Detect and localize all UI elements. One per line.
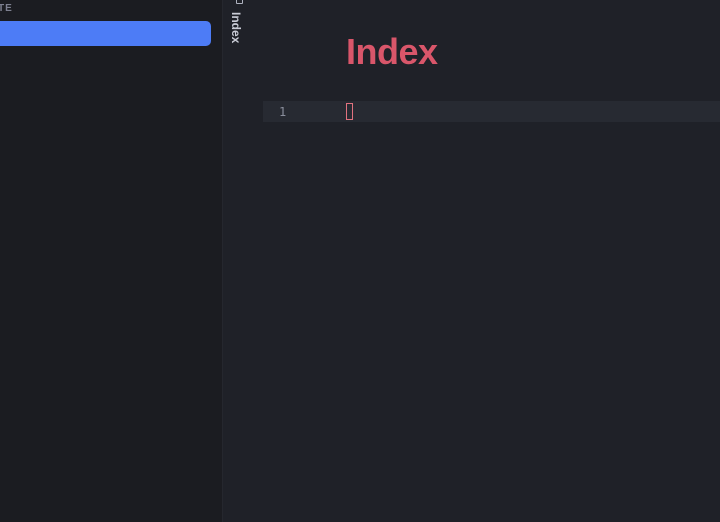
text-cursor bbox=[346, 103, 353, 120]
line-number: 1 bbox=[279, 105, 287, 119]
app-window: TE Index Index 1 bbox=[0, 0, 720, 522]
tab-index-label[interactable]: Index bbox=[229, 12, 243, 43]
note-icon bbox=[236, 0, 243, 4]
sidebar: TE bbox=[0, 0, 223, 522]
document-title[interactable]: Index bbox=[346, 32, 438, 72]
sidebar-heading: TE bbox=[0, 3, 13, 14]
editor-line-1[interactable] bbox=[263, 101, 720, 122]
sidebar-item-selected[interactable] bbox=[0, 21, 211, 46]
